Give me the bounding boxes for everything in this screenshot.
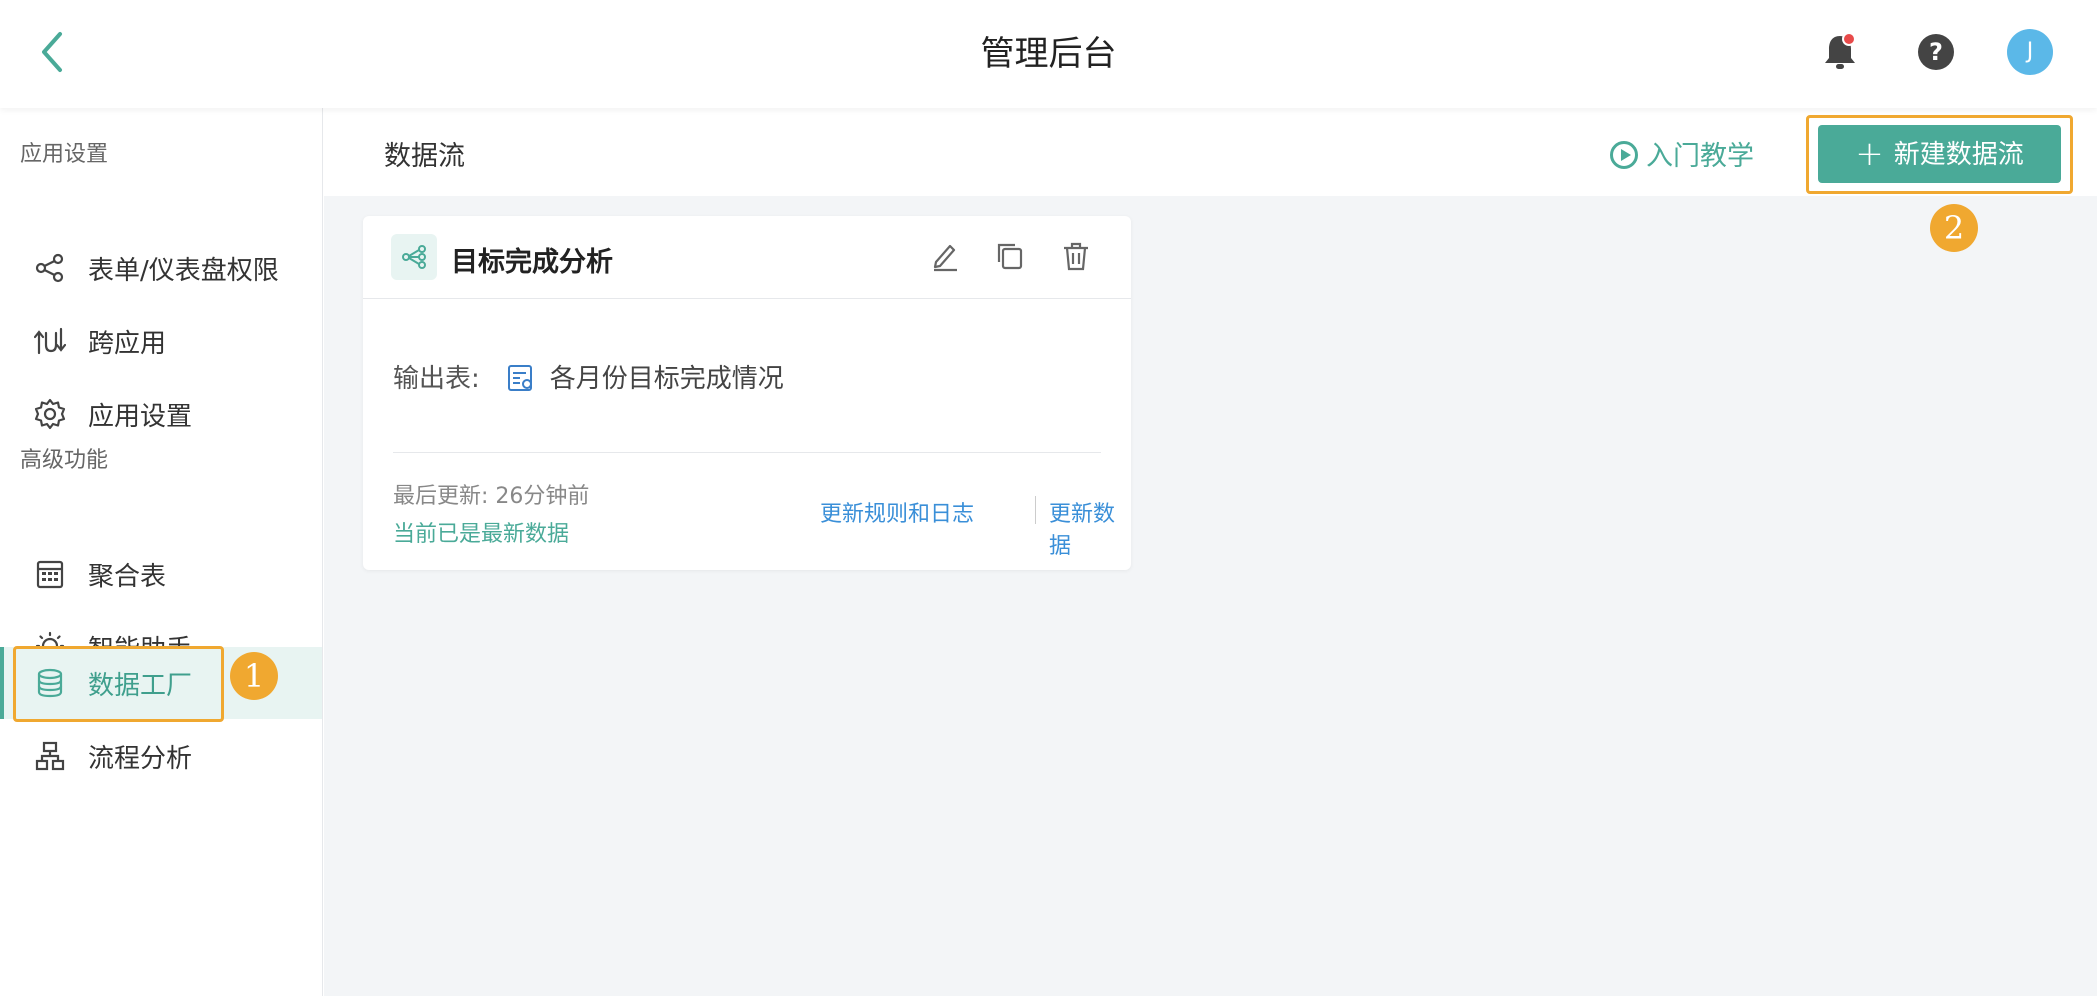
section-label-advanced: 高级功能	[20, 448, 109, 473]
copy-icon[interactable]	[994, 240, 1026, 272]
avatar[interactable]: J	[2007, 29, 2053, 75]
sidebar-item-aggregate-table[interactable]: 聚合表	[0, 538, 322, 610]
play-icon	[1610, 141, 1638, 169]
card-divider	[393, 452, 1101, 453]
cross-app-icon	[33, 325, 67, 357]
bell-icon[interactable]	[1822, 32, 1858, 72]
calendar-table-icon	[34, 558, 66, 590]
sidebar-item-cross-app[interactable]: 跨应用	[0, 305, 322, 377]
sidebar-item-form-permissions[interactable]: 表单/仪表盘权限	[0, 232, 322, 304]
page-title: 管理后台	[980, 34, 1117, 74]
main-content: 数据流 入门教学 + 新建数据流 2 目标完成分析 输出表: 各月份目标完成情况…	[324, 108, 2097, 996]
dataflow-card[interactable]: 目标完成分析 输出表: 各月份目标完成情况 最后更新: 26分钟前 当前已是最新数…	[363, 216, 1131, 570]
dataflow-icon	[391, 234, 437, 280]
annotation-badge-2: 2	[1930, 204, 1978, 252]
flowchart-icon	[34, 740, 66, 772]
sidebar-item-label: 流程分析	[88, 744, 193, 774]
plus-icon: +	[1855, 134, 1884, 174]
sidebar: 应用设置 表单/仪表盘权限 跨应用 应用设置 高级功能 聚合表 智能助手	[0, 108, 323, 996]
last-updated-text: 最后更新: 26分钟前	[393, 484, 590, 509]
sidebar-item-label: 表单/仪表盘权限	[88, 256, 279, 286]
output-table-name[interactable]: 各月份目标完成情况	[550, 364, 784, 394]
new-dataflow-button[interactable]: + 新建数据流	[1818, 125, 2061, 183]
share-icon	[34, 252, 66, 284]
trash-icon[interactable]	[1060, 240, 1092, 272]
section-label-app-settings: 应用设置	[20, 142, 109, 167]
link-separator	[1035, 496, 1036, 524]
tutorial-label: 入门教学	[1646, 141, 1754, 172]
sidebar-item-label: 聚合表	[88, 562, 167, 592]
sidebar-item-process-analysis[interactable]: 流程分析	[0, 720, 322, 792]
tutorial-link[interactable]: 入门教学	[1610, 134, 1754, 173]
status-text: 当前已是最新数据	[393, 522, 570, 547]
update-rules-link[interactable]: 更新规则和日志	[820, 496, 974, 528]
output-row: 输出表: 各月份目标完成情况	[393, 358, 784, 395]
help-icon[interactable]: ?	[1918, 34, 1954, 70]
annotation-badge-1: 1	[230, 652, 278, 700]
update-data-link[interactable]: 更新数据	[1049, 496, 1131, 560]
card-header: 目标完成分析	[363, 216, 1131, 299]
top-bar: 管理后台 ? J	[0, 0, 2097, 108]
sidebar-item-app-settings[interactable]: 应用设置	[0, 378, 322, 450]
database-icon	[34, 667, 66, 699]
main-header: 数据流 入门教学 + 新建数据流	[324, 108, 2097, 196]
card-title: 目标完成分析	[451, 247, 613, 278]
edit-icon[interactable]	[929, 240, 961, 272]
output-label: 输出表:	[393, 364, 480, 394]
table-icon	[506, 363, 536, 393]
new-dataflow-label: 新建数据流	[1893, 140, 2024, 170]
sidebar-item-label: 应用设置	[88, 402, 193, 432]
section-title: 数据流	[384, 141, 465, 172]
sidebar-item-label: 跨应用	[88, 329, 167, 359]
sidebar-item-label: 数据工厂	[88, 671, 193, 701]
gear-icon	[34, 398, 66, 430]
